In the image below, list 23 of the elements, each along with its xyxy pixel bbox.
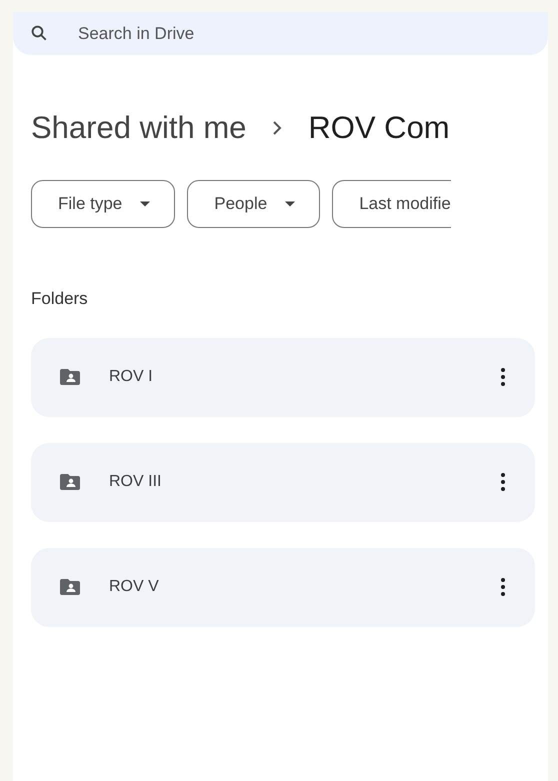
dropdown-caret-icon <box>285 200 296 206</box>
filter-chip[interactable]: People <box>187 180 320 228</box>
search-icon <box>30 24 48 42</box>
filter-chip[interactable]: Last modifie <box>332 180 451 228</box>
folder-card[interactable]: ROV I <box>31 338 535 416</box>
filter-chip[interactable]: File type <box>31 180 176 228</box>
folder-card[interactable]: ROV V <box>31 548 535 626</box>
chevron-right-icon <box>272 121 282 136</box>
more-options-icon[interactable] <box>501 368 505 386</box>
shared-folder-icon <box>60 578 80 596</box>
folder-name: ROV I <box>109 367 153 387</box>
more-options-icon[interactable] <box>501 578 505 596</box>
folder-card[interactable]: ROV III <box>31 442 535 522</box>
more-options-icon[interactable] <box>501 473 505 491</box>
breadcrumb-item: ROV Com <box>308 109 450 147</box>
shared-folder-icon <box>60 473 80 491</box>
section-heading: Folders <box>30 288 88 310</box>
breadcrumb-item[interactable]: Shared with me <box>31 105 246 152</box>
shared-folder-icon <box>60 368 80 386</box>
folder-name: ROV V <box>109 577 159 597</box>
search-field[interactable]: Search in Drive <box>13 12 548 55</box>
folder-name: ROV III <box>109 472 162 492</box>
dropdown-caret-icon <box>140 200 150 206</box>
